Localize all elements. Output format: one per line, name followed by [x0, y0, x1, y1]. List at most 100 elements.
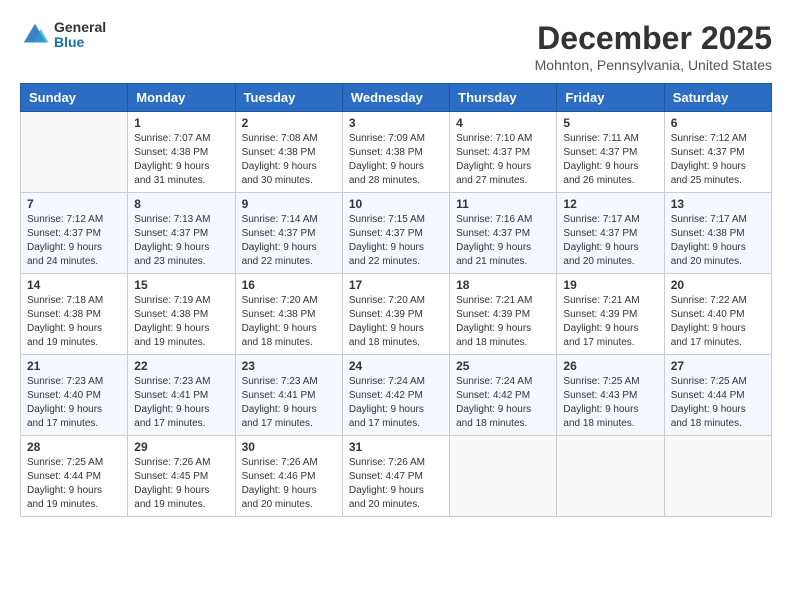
sunrise-text: Sunrise: 7:24 AM	[456, 376, 532, 387]
day-number: 14	[27, 278, 121, 292]
sunset-text: Sunset: 4:39 PM	[456, 309, 530, 320]
calendar-day-cell: 31 Sunrise: 7:26 AM Sunset: 4:47 PM Dayl…	[342, 436, 449, 517]
day-info: Sunrise: 7:26 AM Sunset: 4:45 PM Dayligh…	[134, 456, 228, 512]
sunrise-text: Sunrise: 7:21 AM	[563, 295, 639, 306]
calendar-header-row: SundayMondayTuesdayWednesdayThursdayFrid…	[21, 84, 772, 112]
day-number: 21	[27, 359, 121, 373]
sunset-text: Sunset: 4:37 PM	[671, 147, 745, 158]
sunset-text: Sunset: 4:38 PM	[242, 147, 316, 158]
calendar-day-cell: 27 Sunrise: 7:25 AM Sunset: 4:44 PM Dayl…	[664, 355, 771, 436]
calendar-day-cell: 5 Sunrise: 7:11 AM Sunset: 4:37 PM Dayli…	[557, 112, 664, 193]
day-info: Sunrise: 7:19 AM Sunset: 4:38 PM Dayligh…	[134, 294, 228, 350]
daylight-text: Daylight: 9 hours and 17 minutes.	[349, 404, 424, 429]
sunrise-text: Sunrise: 7:12 AM	[27, 214, 103, 225]
day-info: Sunrise: 7:20 AM Sunset: 4:38 PM Dayligh…	[242, 294, 336, 350]
calendar-day-cell: 9 Sunrise: 7:14 AM Sunset: 4:37 PM Dayli…	[235, 193, 342, 274]
calendar-day-cell: 11 Sunrise: 7:16 AM Sunset: 4:37 PM Dayl…	[450, 193, 557, 274]
logo: General Blue	[20, 20, 106, 51]
calendar-day-cell: 6 Sunrise: 7:12 AM Sunset: 4:37 PM Dayli…	[664, 112, 771, 193]
daylight-text: Daylight: 9 hours and 26 minutes.	[563, 161, 638, 186]
daylight-text: Daylight: 9 hours and 24 minutes.	[27, 242, 102, 267]
sunset-text: Sunset: 4:40 PM	[27, 390, 101, 401]
day-number: 15	[134, 278, 228, 292]
weekday-header: Tuesday	[235, 84, 342, 112]
calendar-day-cell	[557, 436, 664, 517]
sunrise-text: Sunrise: 7:20 AM	[242, 295, 318, 306]
day-info: Sunrise: 7:14 AM Sunset: 4:37 PM Dayligh…	[242, 213, 336, 269]
calendar-week-row: 7 Sunrise: 7:12 AM Sunset: 4:37 PM Dayli…	[21, 193, 772, 274]
sunset-text: Sunset: 4:42 PM	[456, 390, 530, 401]
day-number: 23	[242, 359, 336, 373]
day-info: Sunrise: 7:16 AM Sunset: 4:37 PM Dayligh…	[456, 213, 550, 269]
logo-blue-text: Blue	[54, 35, 106, 50]
day-number: 11	[456, 197, 550, 211]
calendar-day-cell	[450, 436, 557, 517]
day-info: Sunrise: 7:17 AM Sunset: 4:37 PM Dayligh…	[563, 213, 657, 269]
sunrise-text: Sunrise: 7:26 AM	[349, 457, 425, 468]
sunrise-text: Sunrise: 7:25 AM	[563, 376, 639, 387]
daylight-text: Daylight: 9 hours and 23 minutes.	[134, 242, 209, 267]
sunset-text: Sunset: 4:37 PM	[134, 228, 208, 239]
sunset-text: Sunset: 4:37 PM	[456, 147, 530, 158]
calendar-day-cell: 18 Sunrise: 7:21 AM Sunset: 4:39 PM Dayl…	[450, 274, 557, 355]
day-info: Sunrise: 7:21 AM Sunset: 4:39 PM Dayligh…	[563, 294, 657, 350]
sunrise-text: Sunrise: 7:08 AM	[242, 133, 318, 144]
calendar-day-cell: 20 Sunrise: 7:22 AM Sunset: 4:40 PM Dayl…	[664, 274, 771, 355]
calendar-day-cell: 13 Sunrise: 7:17 AM Sunset: 4:38 PM Dayl…	[664, 193, 771, 274]
sunset-text: Sunset: 4:37 PM	[242, 228, 316, 239]
calendar-day-cell: 10 Sunrise: 7:15 AM Sunset: 4:37 PM Dayl…	[342, 193, 449, 274]
calendar-week-row: 14 Sunrise: 7:18 AM Sunset: 4:38 PM Dayl…	[21, 274, 772, 355]
day-info: Sunrise: 7:20 AM Sunset: 4:39 PM Dayligh…	[349, 294, 443, 350]
calendar-day-cell: 25 Sunrise: 7:24 AM Sunset: 4:42 PM Dayl…	[450, 355, 557, 436]
daylight-text: Daylight: 9 hours and 17 minutes.	[242, 404, 317, 429]
sunrise-text: Sunrise: 7:24 AM	[349, 376, 425, 387]
calendar-day-cell: 4 Sunrise: 7:10 AM Sunset: 4:37 PM Dayli…	[450, 112, 557, 193]
sunset-text: Sunset: 4:43 PM	[563, 390, 637, 401]
sunset-text: Sunset: 4:38 PM	[671, 228, 745, 239]
sunrise-text: Sunrise: 7:25 AM	[27, 457, 103, 468]
calendar-day-cell	[664, 436, 771, 517]
sunrise-text: Sunrise: 7:26 AM	[242, 457, 318, 468]
calendar-day-cell	[21, 112, 128, 193]
day-number: 24	[349, 359, 443, 373]
logo-icon	[20, 20, 50, 50]
sunrise-text: Sunrise: 7:18 AM	[27, 295, 103, 306]
calendar-day-cell: 19 Sunrise: 7:21 AM Sunset: 4:39 PM Dayl…	[557, 274, 664, 355]
sunset-text: Sunset: 4:37 PM	[349, 228, 423, 239]
sunrise-text: Sunrise: 7:17 AM	[671, 214, 747, 225]
calendar-week-row: 21 Sunrise: 7:23 AM Sunset: 4:40 PM Dayl…	[21, 355, 772, 436]
sunset-text: Sunset: 4:46 PM	[242, 471, 316, 482]
day-info: Sunrise: 7:12 AM Sunset: 4:37 PM Dayligh…	[27, 213, 121, 269]
logo-general-text: General	[54, 20, 106, 35]
daylight-text: Daylight: 9 hours and 17 minutes.	[563, 323, 638, 348]
sunset-text: Sunset: 4:37 PM	[563, 228, 637, 239]
day-number: 9	[242, 197, 336, 211]
day-number: 28	[27, 440, 121, 454]
sunset-text: Sunset: 4:47 PM	[349, 471, 423, 482]
sunrise-text: Sunrise: 7:19 AM	[134, 295, 210, 306]
calendar-day-cell: 12 Sunrise: 7:17 AM Sunset: 4:37 PM Dayl…	[557, 193, 664, 274]
calendar-day-cell: 26 Sunrise: 7:25 AM Sunset: 4:43 PM Dayl…	[557, 355, 664, 436]
calendar-day-cell: 28 Sunrise: 7:25 AM Sunset: 4:44 PM Dayl…	[21, 436, 128, 517]
day-number: 10	[349, 197, 443, 211]
sunrise-text: Sunrise: 7:23 AM	[242, 376, 318, 387]
day-number: 3	[349, 116, 443, 130]
weekday-header: Monday	[128, 84, 235, 112]
calendar-day-cell: 1 Sunrise: 7:07 AM Sunset: 4:38 PM Dayli…	[128, 112, 235, 193]
calendar-day-cell: 29 Sunrise: 7:26 AM Sunset: 4:45 PM Dayl…	[128, 436, 235, 517]
daylight-text: Daylight: 9 hours and 18 minutes.	[242, 323, 317, 348]
calendar-day-cell: 7 Sunrise: 7:12 AM Sunset: 4:37 PM Dayli…	[21, 193, 128, 274]
sunset-text: Sunset: 4:40 PM	[671, 309, 745, 320]
sunrise-text: Sunrise: 7:16 AM	[456, 214, 532, 225]
day-info: Sunrise: 7:17 AM Sunset: 4:38 PM Dayligh…	[671, 213, 765, 269]
daylight-text: Daylight: 9 hours and 18 minutes.	[349, 323, 424, 348]
calendar-day-cell: 8 Sunrise: 7:13 AM Sunset: 4:37 PM Dayli…	[128, 193, 235, 274]
calendar-day-cell: 24 Sunrise: 7:24 AM Sunset: 4:42 PM Dayl…	[342, 355, 449, 436]
day-info: Sunrise: 7:11 AM Sunset: 4:37 PM Dayligh…	[563, 132, 657, 188]
weekday-header: Wednesday	[342, 84, 449, 112]
daylight-text: Daylight: 9 hours and 30 minutes.	[242, 161, 317, 186]
sunrise-text: Sunrise: 7:22 AM	[671, 295, 747, 306]
sunset-text: Sunset: 4:45 PM	[134, 471, 208, 482]
calendar-week-row: 1 Sunrise: 7:07 AM Sunset: 4:38 PM Dayli…	[21, 112, 772, 193]
calendar-day-cell: 21 Sunrise: 7:23 AM Sunset: 4:40 PM Dayl…	[21, 355, 128, 436]
